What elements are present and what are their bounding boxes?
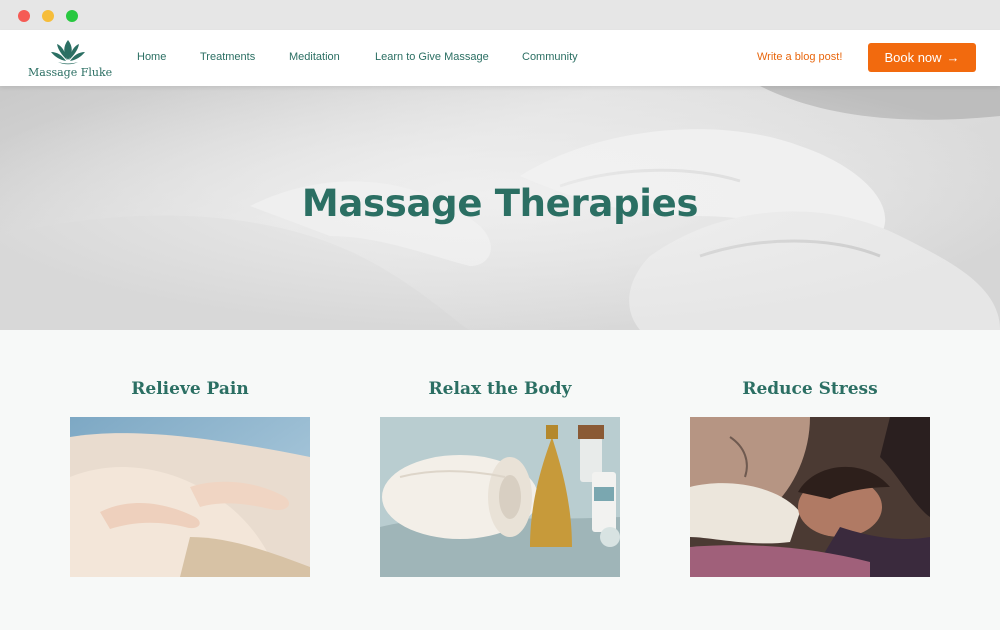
benefit-title: Relieve Pain [131, 379, 249, 399]
relax-body-image [380, 417, 620, 577]
nav-treatments-link[interactable]: Treatments [200, 51, 255, 63]
browser-window: Massage Fluke Home Treatments Meditation… [0, 0, 1000, 630]
nav-learn-massage-link[interactable]: Learn to Give Massage [375, 51, 489, 63]
site-header: Massage Fluke Home Treatments Meditation… [0, 30, 1000, 86]
write-blog-post-link[interactable]: Write a blog post! [757, 51, 842, 63]
minimize-window-button[interactable] [42, 10, 54, 22]
arrow-right-icon: → [946, 50, 960, 65]
book-now-label: Book now [884, 50, 942, 65]
benefits-section: Relieve Pain Relax the Body Reduce Stres… [0, 330, 1000, 630]
brand-name: Massage Fluke [28, 66, 113, 79]
maximize-window-button[interactable] [66, 10, 78, 22]
page-title: Massage Therapies [301, 182, 699, 225]
reduce-stress-image [690, 417, 930, 577]
relieve-pain-image [70, 417, 310, 577]
benefit-title: Relax the Body [428, 379, 572, 399]
window-titlebar [0, 0, 1000, 30]
benefit-title: Reduce Stress [742, 379, 878, 399]
lotus-logo-icon [51, 40, 85, 65]
close-window-button[interactable] [18, 10, 30, 22]
nav-meditation-link[interactable]: Meditation [289, 51, 340, 63]
nav-community-link[interactable]: Community [522, 51, 578, 63]
book-now-button[interactable]: Book now → [868, 43, 976, 72]
site-logo[interactable]: Massage Fluke [28, 38, 113, 82]
nav-home-link[interactable]: Home [137, 51, 166, 63]
hero-banner: Massage Therapies [0, 86, 1000, 330]
